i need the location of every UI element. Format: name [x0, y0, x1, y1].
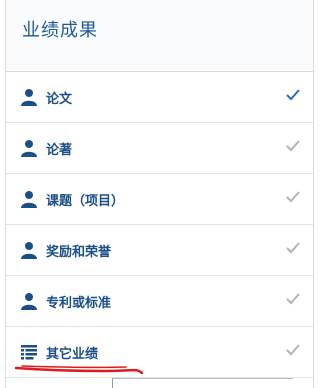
menu-item-monographs[interactable]: 论著 [6, 123, 313, 174]
checkmark-icon [286, 140, 300, 152]
cropped-box-edge [112, 378, 293, 388]
user-icon [21, 89, 37, 106]
menu-item-awards[interactable]: 奖励和荣誉 [6, 225, 313, 276]
menu-item-label: 论文 [46, 91, 73, 107]
user-icon [21, 242, 37, 259]
menu-item-label: 论著 [46, 142, 73, 158]
achievements-panel: 业绩成果 论文 论著 课题（项目） 奖励和荣誉 专利或标准 其它业绩 [5, 0, 314, 388]
checkmark-icon [286, 293, 300, 305]
cropped-content-below [0, 376, 328, 388]
menu-item-label: 课题（项目） [46, 193, 125, 209]
menu-item-label: 专利或标准 [46, 295, 112, 311]
menu-item-papers[interactable]: 论文 [6, 72, 313, 123]
menu-item-label: 奖励和荣誉 [46, 244, 112, 260]
checkmark-icon [286, 89, 300, 101]
list-icon [21, 345, 37, 360]
panel-title: 业绩成果 [22, 20, 98, 41]
checkmark-icon [286, 242, 300, 254]
menu-item-label: 其它业绩 [46, 346, 99, 362]
user-icon [21, 191, 37, 208]
user-icon [21, 293, 37, 310]
checkmark-icon [286, 191, 300, 203]
panel-header: 业绩成果 [6, 0, 313, 72]
achievements-menu: 论文 论著 课题（项目） 奖励和荣誉 专利或标准 其它业绩 [6, 72, 313, 378]
menu-item-projects[interactable]: 课题（项目） [6, 174, 313, 225]
checkmark-icon [286, 344, 300, 356]
menu-item-patents[interactable]: 专利或标准 [6, 276, 313, 327]
user-icon [21, 140, 37, 157]
